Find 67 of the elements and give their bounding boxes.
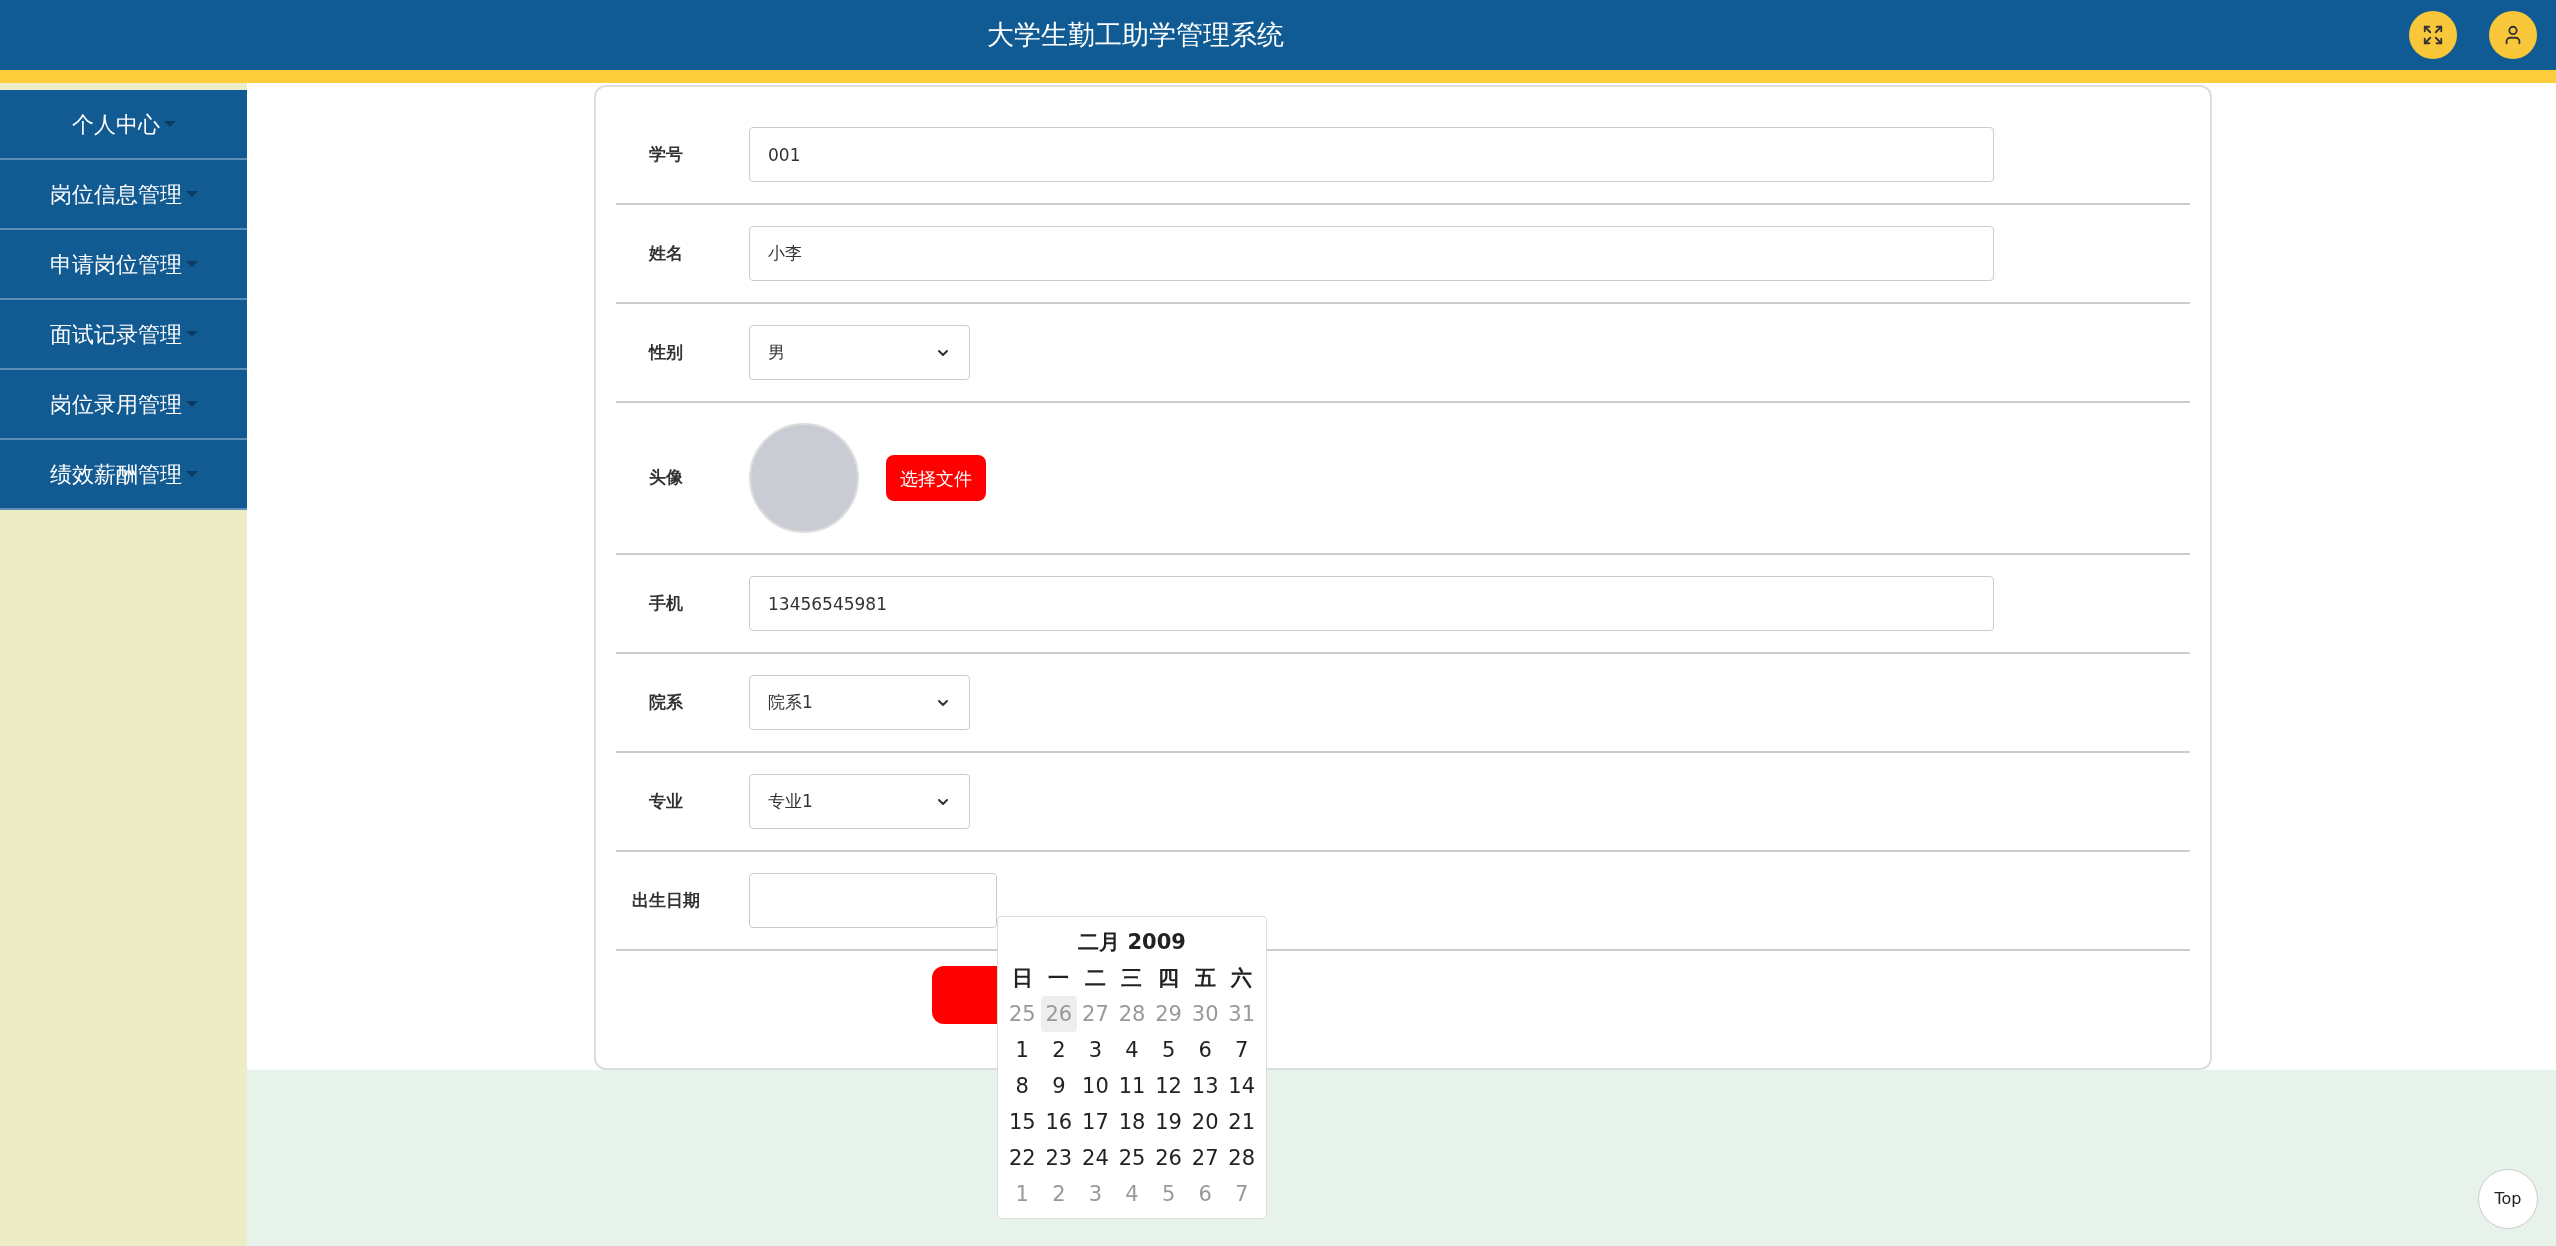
choose-file-button[interactable]: 选择文件 — [886, 455, 986, 501]
select-field[interactable]: 院系1 — [749, 675, 970, 730]
field-label: 学号 — [648, 142, 684, 166]
fullscreen-icon[interactable] — [2409, 11, 2457, 59]
select-field[interactable]: 男 — [749, 325, 970, 380]
caret-icon — [185, 401, 198, 407]
field-label: 头像 — [648, 466, 684, 490]
field-label: 专业 — [648, 789, 684, 813]
weekday-label: 二 — [1083, 965, 1107, 992]
app-title: 大学生勤工助学管理系统 — [985, 17, 1285, 52]
sidebar-item[interactable]: 岗位信息管理 — [0, 160, 247, 230]
calendar-day[interactable]: 2 — [1040, 1032, 1078, 1068]
calendar-day[interactable]: 21 — [1223, 1104, 1260, 1140]
weekday-label: 日 — [1010, 965, 1034, 992]
weekday-label: 四 — [1157, 965, 1181, 992]
weekday-label: 三 — [1120, 965, 1144, 992]
caret-icon — [163, 121, 176, 127]
caret-icon — [185, 261, 198, 267]
calendar-day[interactable]: 19 — [1150, 1104, 1187, 1140]
user-icon[interactable] — [2489, 11, 2537, 59]
text-field[interactable]: 001 — [749, 127, 1994, 182]
calendar-day[interactable]: 13 — [1186, 1068, 1224, 1104]
caret-icon — [185, 191, 198, 197]
text-field[interactable]: 小李 — [749, 226, 1994, 281]
calendar-day[interactable]: 11 — [1113, 1068, 1151, 1104]
calendar-day[interactable]: 10 — [1077, 1068, 1114, 1104]
calendar-day[interactable]: 17 — [1077, 1104, 1114, 1140]
calendar-day[interactable]: 5 — [1150, 1032, 1187, 1068]
calendar-day[interactable]: 12 — [1150, 1068, 1187, 1104]
calendar-day[interactable]: 28 — [1223, 1140, 1260, 1176]
field-label: 姓名 — [647, 241, 684, 265]
month-title[interactable]: 二月 2009 — [1004, 925, 1260, 960]
field-label: 出生日期 — [631, 888, 701, 912]
calendar-day[interactable]: 20 — [1186, 1104, 1224, 1140]
calendar-day[interactable]: 18 — [1113, 1104, 1151, 1140]
select-field[interactable]: 专业1 — [749, 774, 970, 829]
calendar-day[interactable]: 8 — [1004, 1068, 1041, 1104]
sidebar-item[interactable]: 申请岗位管理 — [0, 230, 247, 300]
calendar-day[interactable]: 27 — [1186, 1140, 1224, 1176]
date-field[interactable] — [749, 873, 997, 928]
calendar-day[interactable]: 23 — [1040, 1140, 1078, 1176]
sidebar-item[interactable]: 个人中心 — [0, 90, 247, 160]
text-field[interactable]: 13456545981 — [749, 576, 1994, 631]
caret-icon — [185, 331, 198, 337]
weekday-label: 六 — [1229, 965, 1254, 992]
calendar-day[interactable]: 24 — [1077, 1140, 1114, 1176]
sidebar-item[interactable]: 面试记录管理 — [0, 300, 247, 370]
calendar-day[interactable]: 6 — [1186, 1032, 1224, 1068]
calendar-day[interactable]: 15 — [1004, 1104, 1041, 1140]
sidebar-item[interactable]: 绩效薪酬管理 — [0, 440, 247, 510]
weekday-label: 一 — [1047, 965, 1071, 992]
weekday-label: 五 — [1193, 965, 1217, 992]
calendar-day[interactable]: 9 — [1040, 1068, 1078, 1104]
calendar-day[interactable]: 1 — [1004, 1032, 1041, 1068]
field-label: 院系 — [648, 690, 684, 714]
field-label: 手机 — [648, 591, 684, 615]
calendar-day[interactable]: 4 — [1113, 1032, 1151, 1068]
calendar-day[interactable]: 7 — [1223, 1032, 1260, 1068]
caret-icon — [185, 471, 198, 477]
sidebar-item[interactable]: 岗位录用管理 — [0, 370, 247, 440]
calendar-day[interactable]: 14 — [1223, 1068, 1260, 1104]
field-label: 性别 — [647, 340, 684, 364]
calendar-day[interactable]: 26 — [1150, 1140, 1187, 1176]
calendar-day[interactable]: 16 — [1040, 1104, 1078, 1140]
calendar-day[interactable]: 3 — [1077, 1032, 1114, 1068]
calendar-day[interactable]: 25 — [1113, 1140, 1151, 1176]
calendar-day[interactable]: 22 — [1004, 1140, 1041, 1176]
